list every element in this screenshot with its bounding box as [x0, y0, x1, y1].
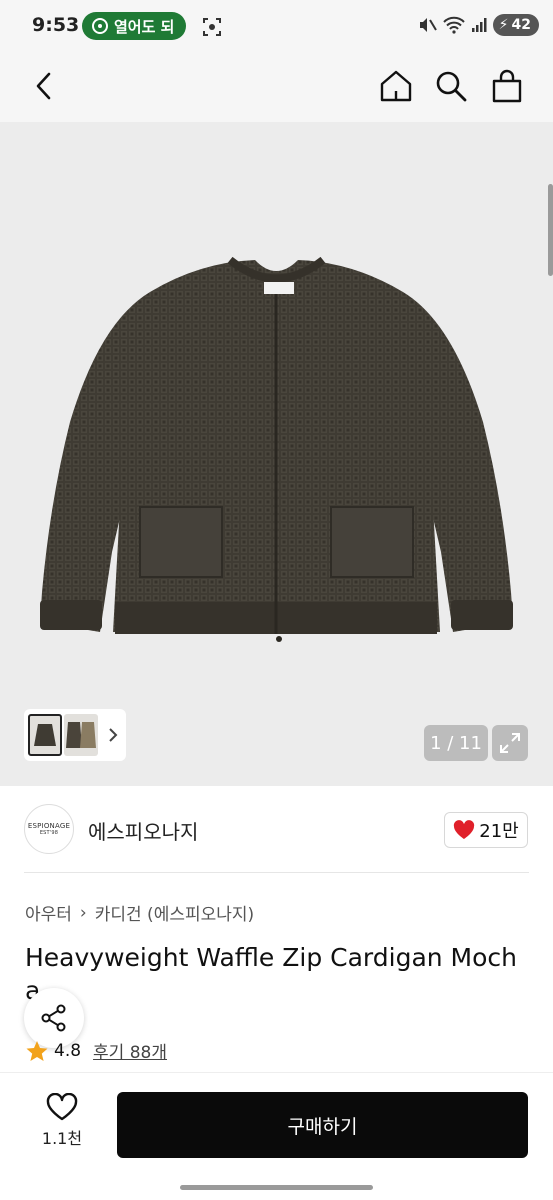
- home-button[interactable]: [374, 64, 418, 108]
- seller-logo-text: ESPIONAGE: [27, 822, 71, 830]
- heart-filled-icon: [454, 820, 475, 839]
- signal-icon: [471, 18, 487, 32]
- back-button[interactable]: [22, 64, 66, 108]
- thumbnail-image-color-variants: [66, 722, 96, 748]
- buy-button[interactable]: 구매하기: [117, 1092, 528, 1158]
- brand-like-count: 21만: [479, 821, 519, 842]
- product-title: Heavyweight Waffle Zip Cardigan Moch: [25, 943, 518, 972]
- divider: [24, 872, 529, 873]
- star-icon: [26, 1040, 48, 1061]
- breadcrumb: 아우터 › 카디건 (에스피오나지): [25, 900, 254, 926]
- thumbnail-strip[interactable]: [24, 709, 126, 761]
- wishlist-button[interactable]: 1.1천: [36, 1093, 88, 1149]
- bottom-action-bar: 1.1천 구매하기: [0, 1072, 553, 1200]
- seller-name[interactable]: 에스피오나지: [88, 816, 198, 845]
- seller-row[interactable]: ESPIONAGE EST'98 에스피오나지 21만: [0, 786, 553, 872]
- record-icon: [92, 18, 108, 34]
- cart-button[interactable]: [485, 64, 529, 108]
- search-button[interactable]: [429, 64, 473, 108]
- search-icon: [436, 71, 467, 102]
- product-image: [40, 256, 513, 642]
- brand-like-button[interactable]: 21만: [444, 812, 528, 848]
- reviews-link[interactable]: 후기 88개: [93, 1038, 167, 1063]
- fullscreen-button[interactable]: [492, 725, 528, 761]
- screenshot-icon: [203, 18, 221, 36]
- home-icon: [380, 70, 412, 102]
- product-image-gallery[interactable]: 1 / 11: [0, 122, 553, 786]
- shopping-bag-icon: [492, 69, 522, 103]
- seller-logo[interactable]: ESPIONAGE EST'98: [24, 804, 74, 854]
- breadcrumb-category[interactable]: 아우터: [25, 900, 72, 925]
- rating-row: 4.8 후기 88개: [26, 1038, 167, 1063]
- status-time: 9:53: [32, 14, 80, 36]
- chevron-left-icon: [36, 72, 51, 100]
- thumbnail-2[interactable]: [64, 714, 98, 756]
- seller-logo-subtext: EST'98: [39, 830, 59, 836]
- thumbnail-image-dark-cardigan: [34, 724, 56, 746]
- status-bar: 9:53 열어도 되 ⚡ 42: [0, 0, 553, 52]
- notification-pill[interactable]: 열어도 되: [82, 12, 187, 40]
- thumbnail-1[interactable]: [28, 714, 62, 756]
- image-counter: 1 / 11: [424, 725, 488, 761]
- system-icons: ⚡ 42: [417, 14, 539, 36]
- notification-pill-label: 열어도 되: [114, 17, 175, 36]
- wishlist-count: 1.1천: [41, 1129, 83, 1148]
- charging-icon: ⚡: [498, 17, 509, 33]
- wifi-icon: [442, 16, 465, 34]
- page-scrollbar[interactable]: [548, 184, 553, 276]
- share-icon: [41, 1004, 66, 1032]
- battery-level: 42: [511, 17, 531, 33]
- mute-icon: [419, 18, 437, 32]
- expand-icon: [500, 733, 520, 753]
- heart-outline-icon: [46, 1093, 78, 1121]
- breadcrumb-separator-icon: ›: [79, 902, 87, 923]
- home-indicator[interactable]: [180, 1185, 373, 1190]
- battery-indicator: ⚡ 42: [492, 14, 539, 36]
- rating-value: 4.8: [54, 1040, 82, 1061]
- breadcrumb-subcategory[interactable]: 카디건 (에스피오나지): [95, 900, 254, 925]
- chevron-right-icon[interactable]: [106, 726, 120, 744]
- app-header: [0, 52, 553, 122]
